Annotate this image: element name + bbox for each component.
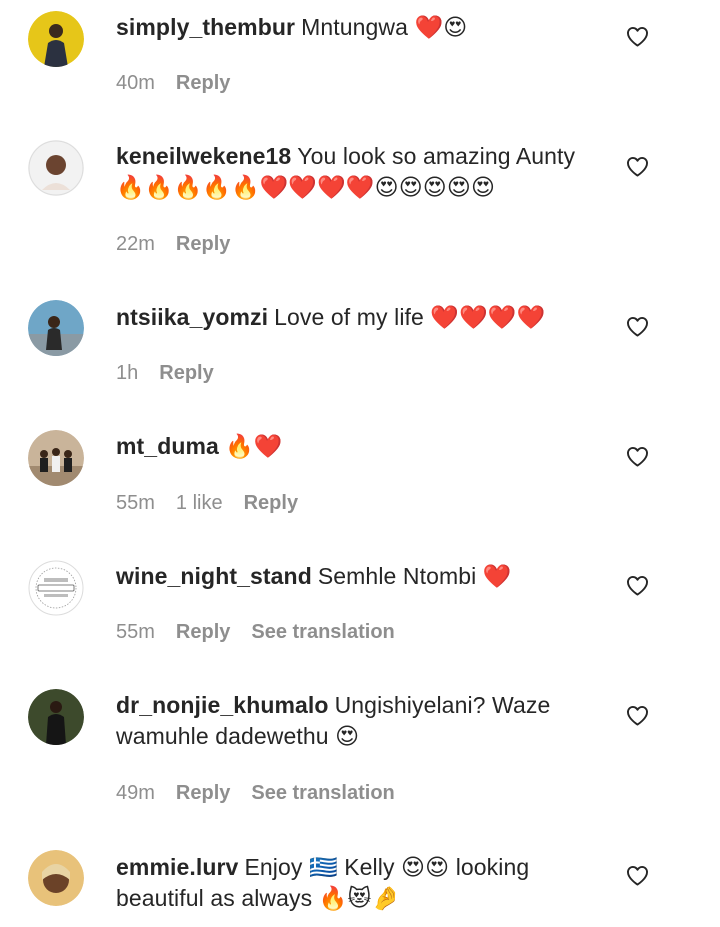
comment-text: Semhle Ntombi ❤️ [317, 563, 512, 589]
avatar[interactable] [28, 430, 84, 486]
heart-outline-icon[interactable] [626, 705, 649, 726]
heart-outline-icon[interactable] [626, 865, 649, 886]
see-translation-button[interactable]: See translation [251, 782, 394, 805]
comment-timestamp: 1h [116, 362, 139, 384]
comment-text: Mntungwa ❤️😍 [301, 14, 468, 40]
heart-outline-icon[interactable] [626, 156, 649, 177]
comment-username[interactable]: wine_night_stand [116, 563, 312, 589]
comment-timestamp: 22m [116, 233, 155, 255]
comment-username[interactable]: mt_duma [116, 433, 219, 459]
avatar[interactable] [28, 850, 84, 906]
comment-username[interactable]: simply_thembur [116, 14, 295, 40]
heart-outline-icon[interactable] [626, 26, 649, 47]
comment-username[interactable]: emmie.lurv [116, 854, 238, 880]
comment-timestamp: 40m [116, 72, 155, 94]
like-count[interactable]: 1 like [176, 492, 223, 515]
comment-username[interactable]: keneilwekene18 [116, 143, 291, 169]
reply-button[interactable]: Reply [176, 233, 230, 256]
comment-timestamp: 55m [116, 621, 155, 643]
reply-button[interactable]: Reply [176, 72, 230, 95]
heart-outline-icon[interactable] [626, 575, 649, 596]
reply-button[interactable]: Reply [159, 362, 213, 385]
comment-username[interactable]: ntsiika_yomzi [116, 304, 268, 330]
heart-outline-icon[interactable] [626, 446, 649, 467]
comment-text: 🔥❤️ [224, 433, 283, 459]
avatar[interactable] [28, 140, 84, 196]
avatar[interactable] [28, 11, 84, 67]
comment-text: Love of my life ❤️❤️❤️❤️ [274, 304, 546, 330]
reply-button[interactable]: Reply [176, 621, 230, 644]
comment-timestamp: 55m [116, 492, 155, 514]
avatar[interactable] [28, 560, 84, 616]
see-translation-button[interactable]: See translation [251, 621, 394, 644]
avatar[interactable] [28, 300, 84, 356]
heart-outline-icon[interactable] [626, 316, 649, 337]
reply-button[interactable]: Reply [176, 782, 230, 805]
reply-button[interactable]: Reply [244, 492, 298, 515]
comment-username[interactable]: dr_nonjie_khumalo [116, 692, 329, 718]
comment-timestamp: 49m [116, 782, 155, 804]
avatar[interactable] [28, 689, 84, 745]
